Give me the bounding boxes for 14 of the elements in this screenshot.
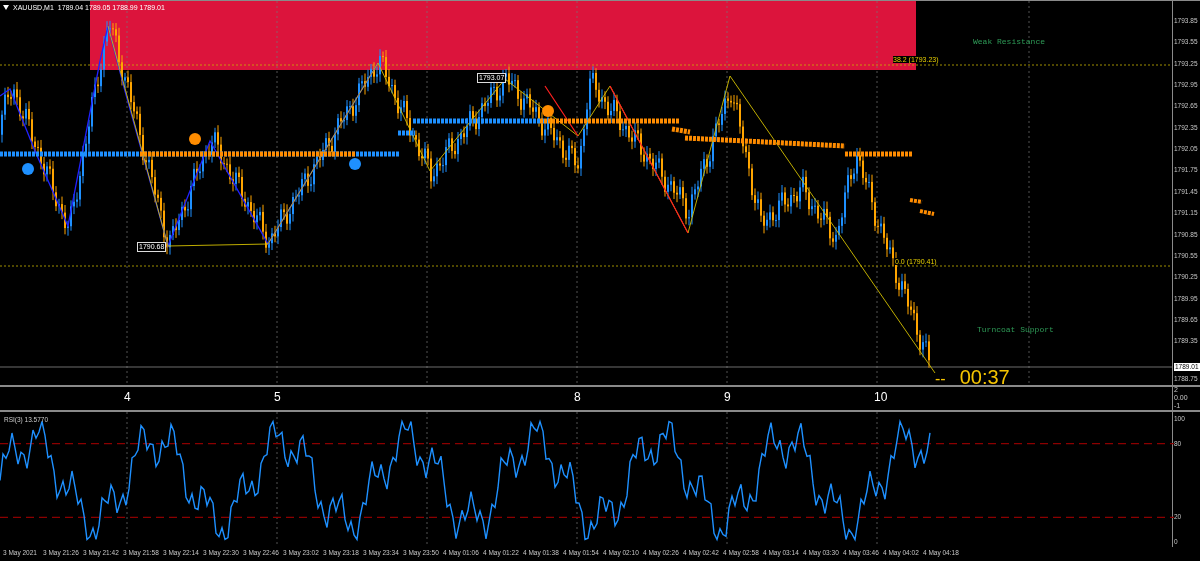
day-label: 10 (874, 390, 888, 404)
zone-label: Weak Resistance (973, 37, 1045, 46)
zone-label: Turncoat Support (977, 325, 1054, 334)
dropdown-icon[interactable] (3, 5, 9, 10)
signal-dot (189, 133, 201, 145)
day-label: 5 (274, 390, 281, 404)
day-label: 8 (574, 390, 581, 404)
timer-dashes: -- (935, 369, 946, 389)
day-label: 9 (724, 390, 731, 404)
signal-dot (542, 105, 554, 117)
candle-timer: 00:37 (959, 366, 1010, 388)
signal-dot (22, 163, 34, 175)
day-label: 4 (124, 390, 131, 404)
signal-dot (349, 158, 361, 170)
